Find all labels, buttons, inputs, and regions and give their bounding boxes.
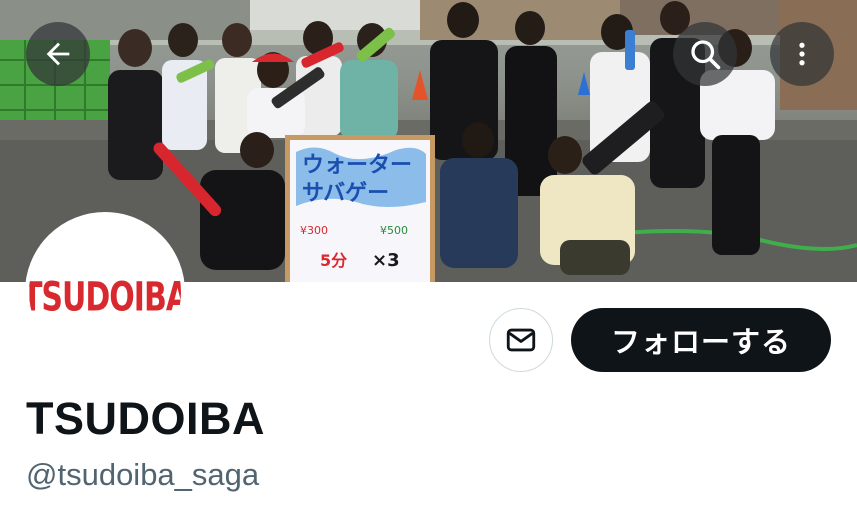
sign-bottom-left: 5分: [320, 251, 347, 270]
more-options-button[interactable]: [770, 22, 834, 86]
arrow-left-icon: [46, 42, 70, 66]
more-vertical-icon: [799, 42, 805, 66]
avatar-logo-text: TSUDOIBA: [25, 273, 185, 321]
user-handle: @tsudoiba_saga: [26, 457, 260, 492]
banner-sign: ウォーター サバゲー ¥300 ¥500 5分 ×3: [285, 135, 435, 282]
avatar[interactable]: TSUDOIBA: [25, 212, 185, 372]
avatar-logo: TSUDOIBA: [29, 216, 181, 368]
sign-price-2: ¥500: [380, 224, 408, 237]
display-name: TSUDOIBA: [26, 393, 265, 444]
sign-price-1: ¥300: [300, 224, 328, 237]
search-button[interactable]: [673, 22, 737, 86]
sign-bottom-right: ×3: [372, 250, 400, 271]
profile-page: ウォーター サバゲー ¥300 ¥500 5分 ×3 TSUDOIBA フォロー…: [0, 0, 857, 507]
search-icon: [691, 40, 721, 70]
sign-title-line2: サバゲー: [302, 181, 389, 206]
envelope-icon: [506, 328, 536, 352]
message-button[interactable]: [489, 308, 553, 372]
back-button[interactable]: [26, 22, 90, 86]
follow-button[interactable]: フォローする: [571, 308, 831, 372]
sign-title-line1: ウォーター: [302, 153, 412, 178]
